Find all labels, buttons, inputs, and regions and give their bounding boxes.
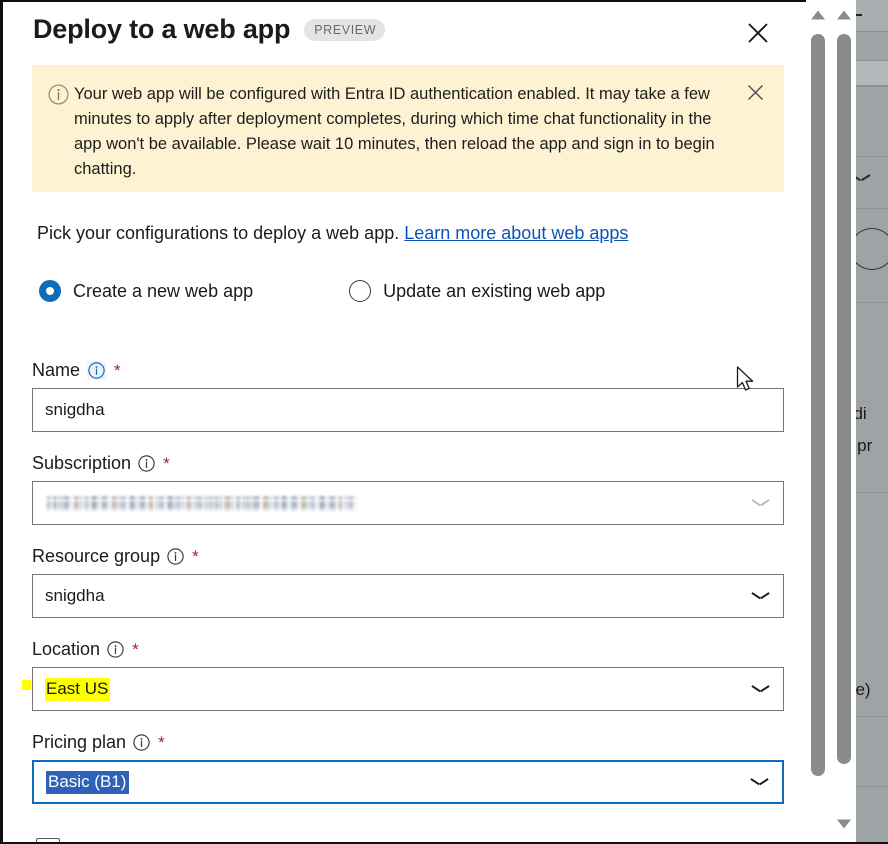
field-label: Pricing plan [32,731,127,752]
page-title: Deploy to a web app [33,14,291,44]
radio-label: Create a new web app [73,280,254,301]
yellow-highlight-mark [22,680,31,690]
banner-message: Your web app will be configured with Ent… [74,85,715,178]
field-label: Name [32,359,81,380]
field-subscription: Subscription * [32,451,784,525]
intro-line: Pick your configurations to deploy a web… [37,223,628,244]
chevron-down-icon [751,778,768,787]
scroll-down-arrow-icon[interactable] [836,818,852,830]
name-input[interactable]: snigdha [32,388,784,432]
name-input-value: snigdha [45,400,105,419]
partial-checkbox[interactable] [36,838,60,842]
subscription-dropdown[interactable] [32,481,784,525]
pricing-plan-value: Basic (B1) [46,770,130,794]
learn-more-link[interactable]: Learn more about web apps [404,223,628,243]
close-icon [747,22,769,44]
radio-update-existing-web-app[interactable]: Update an existing web app [349,280,605,302]
field-label-row: Name * [32,358,784,382]
field-label-row: Subscription * [32,451,784,475]
chevron-down-icon [752,499,769,508]
chevron-down-icon [752,592,769,601]
field-label-row: Resource group * [32,544,784,568]
field-resource-group: Resource group * snigdha [32,544,784,618]
location-dropdown[interactable]: East US [32,667,784,711]
field-label: Subscription [32,452,132,473]
dialog-header: Deploy to a web app PREVIEW [33,14,386,45]
field-name: Name * snigdha [32,358,784,432]
required-marker: * [163,453,170,473]
scroll-thumb[interactable] [811,34,825,776]
mouse-cursor [736,366,754,391]
scroll-up-arrow-icon[interactable] [810,9,826,21]
radio-create-new-web-app[interactable]: Create a new web app [39,280,253,302]
inner-scrollbar[interactable] [832,0,856,844]
close-icon [747,84,764,104]
screenshot-root: ndi mpr ne) Deploy to a web app PREVIEW [0,0,888,844]
intro-text: Pick your configurations to deploy a web… [37,223,400,243]
info-circle-icon[interactable] [87,360,107,380]
radio-label: Update an existing web app [383,280,606,301]
field-label-row: Location * [32,637,784,661]
required-marker: * [192,546,199,566]
location-value: East US [45,677,111,701]
pricing-plan-dropdown[interactable]: Basic (B1) [32,760,784,804]
subscription-redacted-value [45,495,356,511]
field-label: Resource group [32,545,161,566]
resource-group-value: snigdha [45,586,105,605]
close-dialog-button[interactable] [738,14,778,52]
required-marker: * [158,732,165,752]
required-marker: * [114,360,121,380]
info-circle-icon[interactable] [167,547,184,565]
field-label-row: Pricing plan * [32,730,784,754]
info-circle-icon[interactable] [138,454,155,472]
scroll-up-arrow-icon[interactable] [836,9,852,21]
outer-scrollbar[interactable] [806,0,830,844]
info-circle-icon[interactable] [133,733,150,751]
deploy-mode-radio-group: Create a new web app Update an existing … [39,280,605,302]
dismiss-banner-button[interactable] [740,82,770,108]
field-label: Location [32,638,101,659]
radio-selected-icon [39,280,61,302]
resource-group-dropdown[interactable]: snigdha [32,574,784,618]
required-marker: * [132,639,139,659]
deploy-web-app-dialog: Deploy to a web app PREVIEW Your web app… [0,0,810,844]
field-location: Location * East US [32,637,784,711]
radio-unselected-icon [349,280,372,302]
chevron-down-icon [752,685,769,694]
info-circle-icon[interactable] [107,640,124,658]
info-banner: Your web app will be configured with Ent… [32,65,784,192]
field-pricing-plan: Pricing plan * Basic (B1) [32,730,784,804]
scroll-thumb[interactable] [837,34,851,764]
preview-badge: PREVIEW [304,18,386,41]
info-circle-icon [48,82,74,192]
